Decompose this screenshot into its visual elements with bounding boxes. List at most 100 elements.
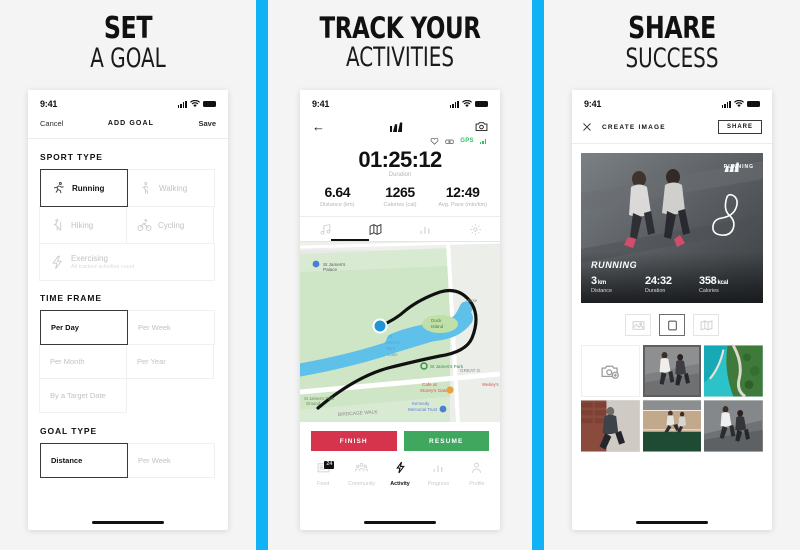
headline-top: TRACK YOUR [319, 11, 481, 45]
time-frame-tile-per-month[interactable]: Per Month [39, 344, 127, 379]
tab-label: Feed [317, 481, 330, 488]
gps-signal-icon [479, 138, 486, 144]
time-frame-tile-per-year[interactable]: Per Year [126, 344, 214, 379]
headline-bottom: A GOAL [90, 43, 166, 74]
time-frame-label: Per Day [51, 323, 79, 332]
media-tab-chart[interactable] [400, 223, 450, 241]
tab-community[interactable]: Community [342, 461, 380, 487]
svg-text:Lake: Lake [388, 352, 398, 357]
map-icon [369, 224, 381, 236]
save-button[interactable]: Save [198, 119, 216, 128]
svg-text:Island: Island [431, 324, 444, 329]
shoe-pod-icon [445, 139, 454, 144]
time-frame-tile-by-target-date[interactable]: By a Target Date [39, 378, 127, 413]
hero-stat-label: Calories [699, 288, 719, 294]
route-map[interactable]: St James's Palace Duck Island St James's… [300, 242, 500, 423]
status-time: 9:41 [584, 99, 602, 109]
svg-text:St James's Park: St James's Park [430, 364, 464, 369]
camera-icon[interactable] [475, 121, 488, 132]
cellular-signal-icon [721, 100, 731, 108]
action-buttons: FINISH RESUME [300, 422, 500, 458]
add-photo-button[interactable] [581, 345, 640, 397]
tab-feed[interactable]: 24 Feed [304, 461, 342, 487]
photo-track-runner [642, 400, 702, 452]
tab-progress[interactable]: Progress [419, 461, 457, 487]
goal-type-label: Per Week [138, 456, 171, 465]
gallery-item[interactable] [642, 345, 702, 397]
resume-button[interactable]: RESUME [403, 431, 489, 452]
hiking-icon [53, 218, 62, 231]
sport-tile-exercising[interactable]: Exercising All tracked activities count [39, 243, 215, 281]
status-icons [449, 100, 488, 108]
cancel-button[interactable]: Cancel [40, 119, 63, 128]
gps-label: GPS [460, 138, 474, 144]
svg-text:Wesley's Cafe: Wesley's Cafe [482, 382, 500, 387]
sport-tile-sublabel: All tracked activities count [71, 264, 135, 270]
svg-text:Duck: Duck [431, 318, 442, 323]
stat-avg-pace: 12:49 Avg. Pace (min/km) [431, 184, 494, 208]
time-frame-label: Per Year [137, 357, 166, 366]
heart-icon [430, 137, 439, 145]
tile-spacer [127, 378, 215, 413]
gallery-item[interactable] [704, 400, 763, 452]
phone-mockup-3: 9:41 CREATE IMAGE SHARE RUNNING RUNNING … [572, 90, 772, 530]
status-bar: 9:41 [572, 90, 772, 114]
cellular-signal-icon [449, 100, 459, 108]
wifi-icon [190, 100, 200, 108]
time-frame-tile-per-day[interactable]: Per Day [40, 310, 128, 345]
finish-button[interactable]: FINISH [311, 431, 397, 452]
time-frame-tile-per-week[interactable]: Per Week [127, 310, 215, 345]
section-title-time-frame: TIME FRAME [40, 293, 102, 303]
sport-tile-label: Cycling [158, 220, 185, 230]
headline-bottom: SUCCESS [625, 43, 719, 74]
section-title-sport-type: SPORT TYPE [40, 152, 103, 162]
svg-text:Memorial Trust: Memorial Trust [408, 407, 438, 412]
time-frame-tiles: Per Day Per Week Per Month Per Year By a… [39, 310, 216, 413]
headline-2: TRACK YOUR ACTIVITIES [268, 0, 532, 72]
photo-runners-street [642, 345, 702, 397]
tab-activity[interactable]: Activity [381, 461, 419, 487]
exercising-icon [52, 255, 63, 269]
create-image-header: CREATE IMAGE SHARE [572, 114, 772, 144]
chart-icon [420, 226, 429, 234]
profile-icon [472, 462, 482, 474]
share-button[interactable]: SHARE [717, 120, 762, 134]
gallery-item[interactable] [642, 400, 702, 452]
sport-tile-running[interactable]: Running [40, 169, 128, 207]
battery-icon [475, 100, 488, 108]
hero-stat-value: 358 [699, 275, 717, 287]
hero-stat-label: Distance [591, 288, 612, 294]
sport-tile-hiking[interactable]: Hiking [39, 206, 127, 244]
media-tab-map[interactable] [350, 223, 400, 241]
page-title: CREATE IMAGE [602, 123, 666, 131]
stat-value: 1265 [385, 184, 415, 201]
goal-type-tile-distance[interactable]: Distance [40, 443, 128, 478]
music-icon [320, 224, 330, 235]
gallery-item[interactable] [704, 345, 763, 397]
hero-overlay: RUNNING 3km Distance 24:32 Duration 358k… [581, 252, 763, 303]
photo-runners-pair [704, 400, 763, 452]
sport-tile-walking[interactable]: Walking [127, 169, 215, 207]
format-square[interactable] [659, 314, 685, 336]
sport-tile-cycling[interactable]: Cycling [126, 206, 214, 244]
duration-value: 01:25:12 [358, 147, 442, 172]
hero-stat-value: 24:32 [645, 275, 672, 287]
format-map[interactable] [693, 314, 719, 336]
svg-text:James's: James's [384, 340, 401, 345]
hero-preview[interactable]: RUNNING RUNNING 3km Distance 24:32 Durat… [581, 153, 763, 303]
panel-divider-2 [532, 0, 544, 550]
time-frame-label: By a Target Date [50, 391, 106, 400]
wifi-icon [734, 100, 744, 108]
gallery-item[interactable] [581, 400, 640, 452]
back-arrow-icon[interactable]: ← [312, 120, 325, 133]
tab-profile[interactable]: Profile [458, 461, 496, 487]
hero-stat-calories: 358kcal Calories [699, 275, 753, 294]
close-icon[interactable] [582, 122, 592, 132]
format-landscape[interactable] [625, 314, 651, 336]
goal-type-tile-per-week[interactable]: Per Week [127, 443, 215, 478]
hero-stats: 3km Distance 24:32 Duration 358kcal Calo… [591, 275, 753, 294]
media-tab-settings[interactable] [450, 223, 500, 241]
hero-brand-word: RUNNING [723, 164, 754, 170]
activity-icon [395, 461, 405, 474]
square-icon [667, 320, 677, 330]
